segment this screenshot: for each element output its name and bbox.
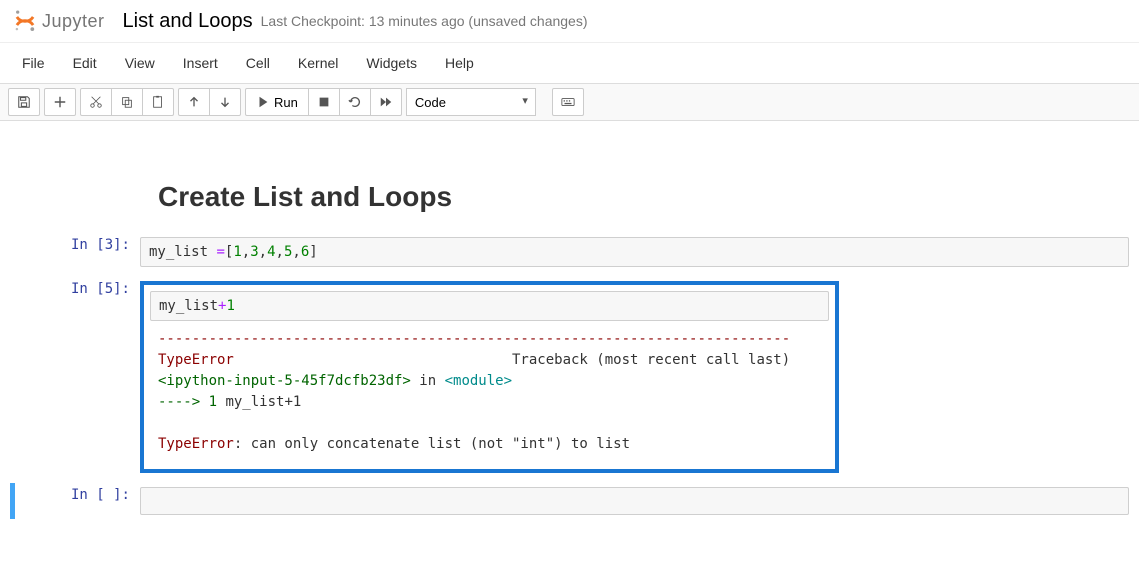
- jupyter-logo[interactable]: Jupyter: [12, 8, 105, 34]
- restart-run-all-button[interactable]: [370, 88, 402, 116]
- error-separator: ----------------------------------------…: [158, 331, 790, 347]
- arrow-down-icon: [218, 95, 232, 109]
- copy-button[interactable]: [111, 88, 143, 116]
- toolbar: Run Code: [0, 84, 1139, 121]
- paste-button[interactable]: [142, 88, 174, 116]
- paste-icon: [151, 95, 165, 109]
- command-palette-button[interactable]: [552, 88, 584, 116]
- checkpoint-text: Last Checkpoint: 13 minutes ago (unsaved…: [261, 13, 588, 29]
- highlight-box: my_list+1 ------------------------------…: [140, 281, 839, 473]
- error-output: ----------------------------------------…: [150, 321, 829, 463]
- error-final-type: TypeError: [158, 436, 234, 452]
- add-cell-button[interactable]: [44, 88, 76, 116]
- frame-code: my_list+1: [217, 394, 301, 410]
- logo-text: Jupyter: [42, 11, 105, 32]
- save-icon: [17, 95, 31, 109]
- code-cell-2[interactable]: In [5]: my_list+1 ----------------------…: [10, 277, 1129, 477]
- code-cell-1[interactable]: In [3]: my_list =[1,3,4,5,6]: [10, 233, 1129, 271]
- interrupt-button[interactable]: [308, 88, 340, 116]
- menu-file[interactable]: File: [8, 47, 59, 79]
- frame-file: <ipython-input-5-45f7dcfb23df>: [158, 373, 411, 389]
- menu-view[interactable]: View: [111, 47, 169, 79]
- move-up-button[interactable]: [178, 88, 210, 116]
- stop-icon: [317, 95, 331, 109]
- input-prompt-1: In [3]:: [10, 237, 140, 267]
- code-input-2[interactable]: my_list+1: [150, 291, 829, 321]
- frame-module: <module>: [445, 373, 512, 389]
- notebook-title[interactable]: List and Loops: [123, 10, 253, 33]
- input-prompt-2: In [5]:: [10, 281, 140, 473]
- error-lineno: 1: [209, 394, 217, 410]
- notebook-area: Create List and Loops In [3]: my_list =[…: [0, 121, 1139, 545]
- plus-icon: [53, 95, 67, 109]
- keyboard-icon: [561, 95, 575, 109]
- header-bar: Jupyter List and Loops Last Checkpoint: …: [0, 0, 1139, 43]
- run-label: Run: [274, 95, 298, 110]
- run-button[interactable]: Run: [245, 88, 309, 116]
- menu-cell[interactable]: Cell: [232, 47, 284, 79]
- celltype-select[interactable]: Code: [406, 88, 536, 116]
- error-type: TypeError: [158, 352, 234, 368]
- cut-button[interactable]: [80, 88, 112, 116]
- code-cell-3[interactable]: In [ ]:: [10, 483, 1129, 519]
- fast-forward-icon: [379, 95, 393, 109]
- restart-button[interactable]: [339, 88, 371, 116]
- save-button[interactable]: [8, 88, 40, 116]
- arrow-up-icon: [187, 95, 201, 109]
- cut-icon: [89, 95, 103, 109]
- copy-icon: [120, 95, 134, 109]
- menu-insert[interactable]: Insert: [169, 47, 232, 79]
- heading-create-list: Create List and Loops: [158, 181, 1129, 213]
- frame-in: in: [411, 373, 445, 389]
- play-icon: [256, 95, 270, 109]
- error-final-msg: : can only concatenate list (not "int") …: [234, 436, 630, 452]
- menu-kernel[interactable]: Kernel: [284, 47, 352, 79]
- move-down-button[interactable]: [209, 88, 241, 116]
- code-input-1[interactable]: my_list =[1,3,4,5,6]: [140, 237, 1129, 267]
- restart-icon: [348, 95, 362, 109]
- menu-help[interactable]: Help: [431, 47, 488, 79]
- jupyter-icon: [12, 8, 38, 34]
- menu-edit[interactable]: Edit: [59, 47, 111, 79]
- menu-widgets[interactable]: Widgets: [352, 47, 431, 79]
- menubar: File Edit View Insert Cell Kernel Widget…: [0, 43, 1139, 84]
- input-prompt-3: In [ ]:: [19, 487, 140, 515]
- code-input-3[interactable]: [140, 487, 1129, 515]
- traceback-header: Traceback (most recent call last): [234, 352, 790, 368]
- error-arrow: ---->: [158, 394, 209, 410]
